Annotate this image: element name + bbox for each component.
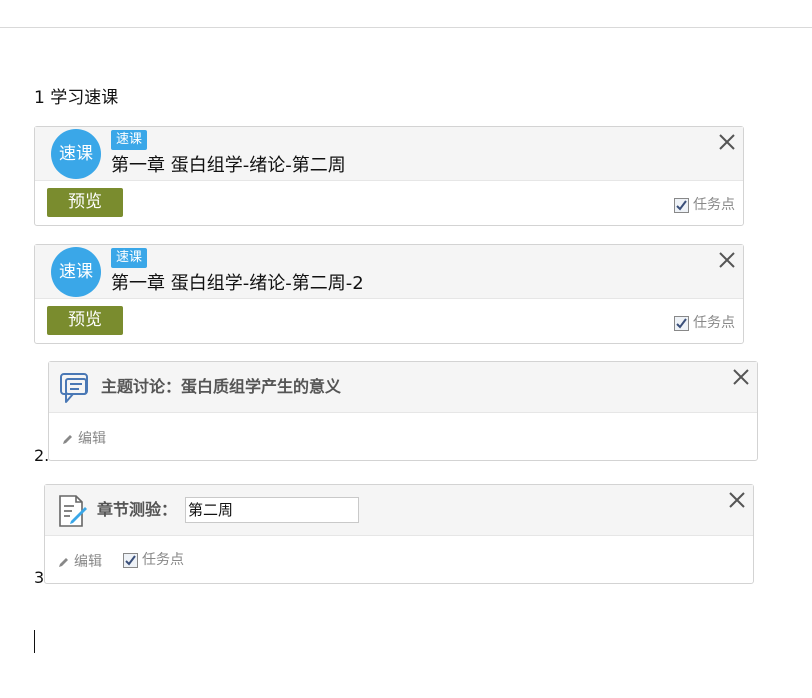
edit-label: 编辑: [74, 554, 102, 570]
checkbox-checked-icon[interactable]: [674, 315, 689, 331]
course-title[interactable]: 第一章 蛋白组学-绪论-第二周-2: [111, 272, 364, 296]
course-card-1: 速课 速课 第一章 蛋白组学-绪论-第二周 预览 任务点: [34, 126, 744, 226]
discussion-title[interactable]: 主题讨论：蛋白质组学产生的意义: [101, 376, 341, 398]
checkbox-checked-icon[interactable]: [674, 197, 689, 213]
discussion-chat-icon: [60, 373, 88, 403]
top-divider: [0, 27, 812, 28]
discussion-topic: 蛋白质组学产生的意义: [181, 377, 342, 396]
course-card-footer: 预览 任务点: [35, 299, 743, 344]
task-point-toggle[interactable]: 任务点: [674, 196, 735, 214]
item-number-2: 2.: [34, 446, 50, 465]
task-point-toggle[interactable]: 任务点: [674, 314, 735, 332]
task-point-label: 任务点: [693, 315, 735, 331]
close-icon[interactable]: [731, 367, 751, 387]
text-cursor: [34, 630, 35, 653]
course-tag: 速课: [111, 130, 148, 150]
item-number-3: 3: [34, 568, 45, 587]
course-card-header: 速课 速课 第一章 蛋白组学-绪论-第二周-2: [35, 245, 743, 299]
pencil-icon: [59, 557, 68, 567]
edit-button[interactable]: 编辑: [57, 553, 102, 571]
quiz-card-footer: 编辑 任务点: [45, 536, 753, 583]
discussion-label: 主题讨论：: [101, 377, 182, 396]
quiz-card-header: 章节测验： 第二周: [45, 485, 753, 536]
course-card-header: 速课 速课 第一章 蛋白组学-绪论-第二周: [35, 127, 743, 181]
close-icon[interactable]: [727, 490, 747, 510]
course-card-2: 速课 速课 第一章 蛋白组学-绪论-第二周-2 预览 任务点: [34, 244, 744, 344]
close-icon[interactable]: [717, 132, 737, 152]
checkbox-checked-icon[interactable]: [123, 552, 138, 568]
preview-button[interactable]: 预览: [47, 306, 123, 335]
close-icon[interactable]: [717, 250, 737, 270]
edit-button[interactable]: 编辑: [61, 430, 106, 448]
quiz-label: 章节测验：: [97, 500, 178, 519]
preview-button[interactable]: 预览: [47, 188, 123, 217]
course-tag: 速课: [111, 248, 148, 268]
task-point-toggle[interactable]: 任务点: [123, 551, 184, 569]
discussion-card-header: 主题讨论：蛋白质组学产生的意义: [49, 362, 757, 413]
task-point-label: 任务点: [142, 552, 184, 568]
chapter-quiz-card: 章节测验： 第二周 编辑 任务点: [44, 484, 754, 584]
quiz-title-input[interactable]: 第二周: [185, 497, 359, 523]
course-badge-icon: 速课: [51, 129, 101, 179]
section-heading: 1 学习速课: [34, 88, 119, 108]
course-title[interactable]: 第一章 蛋白组学-绪论-第二周: [111, 154, 346, 178]
course-card-footer: 预览 任务点: [35, 181, 743, 226]
course-badge-icon: 速课: [51, 247, 101, 297]
quiz-document-icon: [59, 495, 87, 527]
task-point-label: 任务点: [693, 197, 735, 213]
discussion-card: 主题讨论：蛋白质组学产生的意义 编辑: [48, 361, 758, 461]
edit-label: 编辑: [78, 431, 106, 447]
pencil-icon: [63, 434, 72, 444]
discussion-card-footer: 编辑: [49, 413, 757, 460]
